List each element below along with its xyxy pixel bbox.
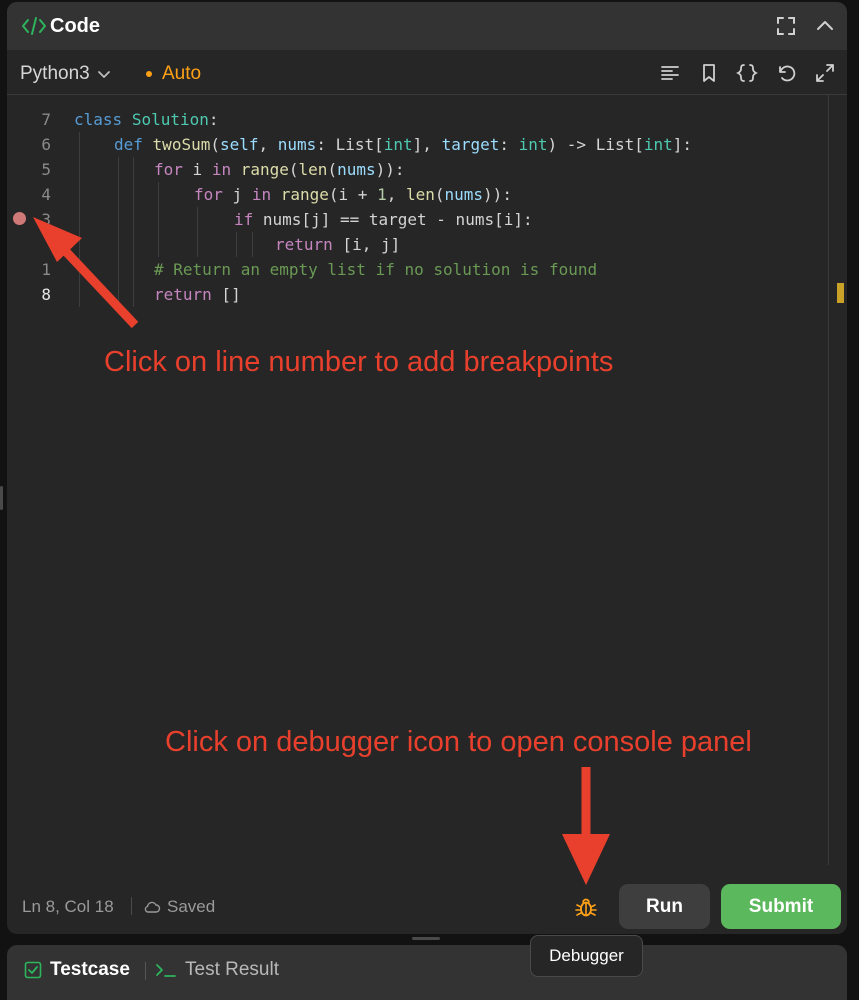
annotation-breakpoints: Click on line number to add breakpoints — [104, 346, 614, 378]
run-button[interactable]: Run — [619, 884, 710, 929]
scrollbar-track[interactable] — [828, 95, 829, 865]
line-number[interactable]: 3 — [21, 210, 51, 229]
fullscreen-icon[interactable] — [774, 14, 798, 38]
indent-guide — [236, 232, 237, 257]
format-icon[interactable] — [659, 62, 681, 84]
indent-guide — [158, 182, 159, 257]
saved-label: Saved — [167, 897, 216, 916]
debugger-tooltip: Debugger — [530, 935, 643, 977]
indent-guide — [79, 132, 80, 307]
terminal-icon — [156, 964, 176, 977]
panel-title: Code — [50, 15, 100, 37]
code-panel: Code Python3 Auto 7 6 5 4 3 1 8 class So… — [7, 2, 847, 934]
code-line[interactable]: class Solution: — [74, 107, 219, 132]
auto-mode-indicator[interactable]: Auto — [146, 63, 201, 85]
save-status: Saved — [143, 897, 215, 917]
horizontal-resize-handle[interactable] — [0, 486, 3, 510]
chevron-down-icon — [97, 71, 110, 78]
checkbox-icon — [24, 961, 42, 979]
scrollbar-marker[interactable] — [837, 283, 844, 303]
indent-guide — [118, 157, 119, 307]
indent-guide — [133, 157, 134, 307]
vertical-resize-handle[interactable] — [412, 937, 440, 940]
tab-divider — [145, 962, 146, 980]
expand-icon[interactable] — [814, 62, 836, 84]
auto-dot-icon — [146, 71, 152, 77]
bug-icon[interactable] — [573, 894, 599, 920]
line-number[interactable]: 4 — [21, 185, 51, 204]
line-number[interactable]: 5 — [21, 160, 51, 179]
code-line[interactable]: for j in range(i + 1, len(nums)): — [194, 182, 512, 207]
bottom-panel: Testcase Test Result — [7, 945, 847, 1000]
bookmark-icon[interactable] — [698, 62, 720, 84]
submit-button[interactable]: Submit — [721, 884, 841, 929]
line-number[interactable]: 1 — [21, 260, 51, 279]
annotation-debugger: Click on debugger icon to open console p… — [165, 726, 752, 758]
tab-testcase[interactable]: Testcase — [24, 959, 130, 981]
indent-guide — [252, 232, 253, 257]
indent-guide — [197, 207, 198, 257]
status-divider — [131, 897, 132, 915]
reset-icon[interactable] — [775, 62, 797, 84]
code-line[interactable]: # Return an empty list if no solution is… — [154, 257, 597, 282]
tab-testcase-label: Testcase — [50, 959, 130, 980]
cloud-icon — [144, 901, 161, 913]
code-panel-header: Code — [7, 2, 847, 50]
code-line[interactable]: return [i, j] — [275, 232, 400, 257]
line-number[interactable]: 7 — [21, 110, 51, 129]
code-icon — [22, 17, 46, 35]
code-line[interactable]: return [] — [154, 282, 241, 307]
editor-toolbar: Python3 Auto — [7, 50, 847, 95]
tab-test-result-label: Test Result — [185, 959, 279, 980]
tab-test-result[interactable]: Test Result — [155, 959, 279, 981]
cursor-position: Ln 8, Col 18 — [22, 897, 114, 916]
code-line[interactable]: def twoSum(self, nums: List[int], target… — [114, 132, 692, 157]
code-line[interactable]: if nums[j] == target - nums[i]: — [234, 207, 533, 232]
line-number[interactable]: 6 — [21, 135, 51, 154]
status-bar: Ln 8, Col 18 Saved Run Submit — [7, 875, 847, 934]
language-label: Python3 — [20, 63, 90, 84]
braces-icon[interactable] — [736, 62, 758, 84]
auto-mode-label: Auto — [162, 63, 202, 84]
chevron-up-icon[interactable] — [813, 14, 837, 38]
code-line[interactable]: for i in range(len(nums)): — [154, 157, 405, 182]
language-selector[interactable]: Python3 — [20, 63, 112, 85]
line-number-current[interactable]: 8 — [21, 285, 51, 304]
